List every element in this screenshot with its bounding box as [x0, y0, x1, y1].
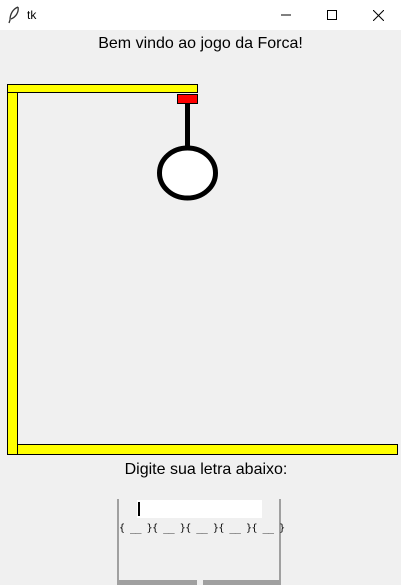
word-slots: { __ }{ __ }{ __ }{ __ }{ __ } [119, 523, 285, 534]
tk-window: tk Bem vindo ao jogo da Forca! Digite su… [0, 0, 401, 585]
prompt-label: Digite sua letra abaixo: [124, 461, 288, 478]
rope-knot [177, 94, 198, 104]
gallows-canvas [7, 84, 398, 455]
text-caret [138, 502, 140, 516]
gallows-top-beam [7, 84, 198, 93]
gallows-base [17, 444, 398, 455]
hangman-head [157, 145, 218, 201]
frame-notch [197, 580, 203, 585]
gallows-post [7, 92, 18, 455]
letter-input[interactable] [137, 500, 262, 518]
